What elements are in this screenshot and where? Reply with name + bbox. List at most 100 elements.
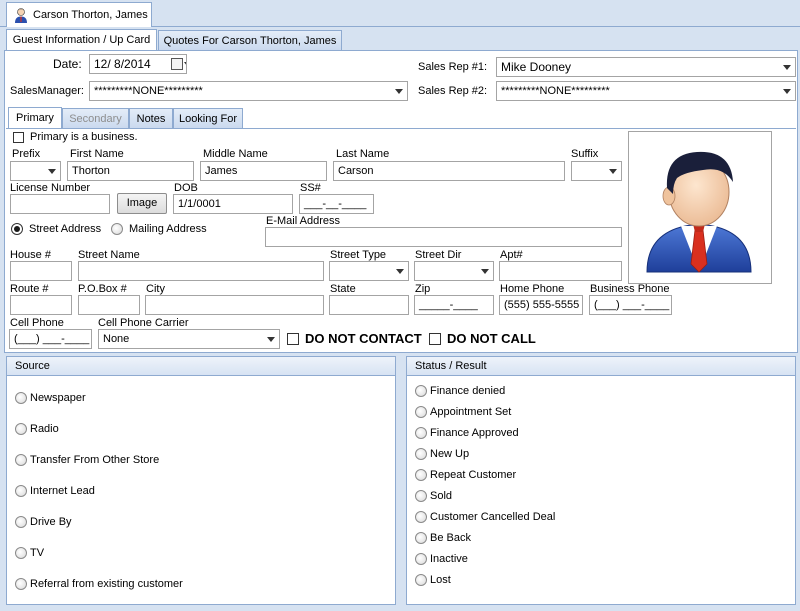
radio-icon[interactable] — [15, 485, 27, 497]
radio-icon[interactable] — [15, 454, 27, 466]
date-value: 12/ 8/2014 — [94, 57, 151, 71]
mailing-address-radio[interactable] — [111, 223, 123, 235]
house-field[interactable] — [10, 261, 72, 281]
tab-guest-information-label: Guest Information / Up Card — [12, 34, 151, 46]
tab-quotes[interactable]: Quotes For Carson Thorton, James — [158, 30, 342, 51]
prefix-dropdown[interactable] — [10, 161, 61, 181]
street-name-field[interactable] — [78, 261, 324, 281]
first-name-field[interactable]: Thorton — [67, 161, 194, 181]
tab-strip-line — [6, 128, 796, 129]
sales-rep1-value: Mike Dooney — [501, 60, 572, 74]
radio-icon[interactable] — [15, 547, 27, 559]
first-name-value: Thorton — [72, 165, 110, 177]
ssn-field[interactable]: ___-__-____ — [299, 194, 374, 214]
chevron-down-icon — [184, 62, 186, 66]
radio-icon[interactable] — [15, 423, 27, 435]
tab-primary[interactable]: Primary — [8, 107, 62, 129]
source-option-label: Referral from existing customer — [30, 578, 183, 590]
tab-looking-for[interactable]: Looking For — [173, 108, 243, 129]
cell-carrier-value: None — [103, 333, 130, 345]
prefix-label: Prefix — [12, 148, 41, 160]
radio-icon[interactable] — [415, 406, 427, 418]
chevron-down-icon — [783, 65, 791, 70]
zip-field[interactable]: _____-____ — [414, 295, 494, 315]
tab-quotes-label: Quotes For Carson Thorton, James — [163, 35, 337, 47]
tab-looking-for-label: Looking For — [178, 113, 238, 125]
route-field[interactable] — [10, 295, 72, 315]
home-phone-field[interactable]: (555) 555-5555 — [499, 295, 583, 315]
state-field[interactable] — [329, 295, 409, 315]
cell-phone-field[interactable]: (___) ___-____ — [9, 329, 92, 349]
chevron-down-icon — [396, 269, 404, 274]
tab-guest-information[interactable]: Guest Information / Up Card — [6, 29, 157, 51]
sales-manager-value: *********NONE********* — [94, 85, 203, 97]
sales-rep2-label: Sales Rep #2: — [418, 85, 488, 97]
cell-phone-value: (___) ___-____ — [14, 333, 90, 345]
status-option-label: Appointment Set — [430, 406, 512, 418]
sales-rep2-value: *********NONE********* — [501, 85, 610, 97]
sales-manager-label: SalesManager: — [10, 85, 84, 97]
chevron-down-icon — [481, 269, 489, 274]
email-field[interactable] — [265, 227, 622, 247]
suffix-label: Suffix — [571, 148, 599, 160]
date-picker[interactable]: 12/ 8/2014 — [89, 54, 187, 74]
sales-rep2-dropdown[interactable]: *********NONE********* — [496, 81, 796, 101]
radio-icon[interactable] — [415, 553, 427, 565]
radio-icon[interactable] — [15, 392, 27, 404]
first-name-label: First Name — [70, 148, 124, 160]
apt-field[interactable] — [499, 261, 622, 281]
status-option-label: Sold — [430, 490, 453, 502]
chevron-down-icon — [395, 89, 403, 94]
city-field[interactable] — [145, 295, 324, 315]
street-dir-dropdown[interactable] — [414, 261, 494, 281]
do-not-call-checkbox[interactable] — [429, 333, 441, 345]
do-not-contact-checkbox[interactable] — [287, 333, 299, 345]
sales-rep1-dropdown[interactable]: Mike Dooney — [496, 57, 796, 77]
pobox-field[interactable] — [78, 295, 140, 315]
primary-business-checkbox[interactable] — [13, 132, 24, 143]
radio-icon[interactable] — [415, 469, 427, 481]
radio-icon[interactable] — [415, 490, 427, 502]
dob-field[interactable]: 1/1/0001 — [173, 194, 293, 214]
status-option-label: Repeat Customer — [430, 469, 517, 481]
street-type-dropdown[interactable] — [329, 261, 409, 281]
source-option-label: Internet Lead — [30, 485, 95, 497]
source-header: Source — [6, 356, 396, 376]
person-avatar-icon — [646, 151, 752, 273]
date-label: Date: — [53, 57, 82, 71]
source-option-label: Transfer From Other Store — [30, 454, 160, 466]
image-button[interactable]: Image — [117, 193, 167, 214]
tab-notes[interactable]: Notes — [129, 108, 173, 129]
window-tab[interactable]: Carson Thorton, James — [6, 2, 152, 27]
status-header: Status / Result — [406, 356, 796, 376]
tab-secondary-label: Secondary — [69, 113, 122, 125]
status-option-label: Finance Approved — [430, 427, 519, 439]
image-button-label: Image — [126, 197, 158, 209]
last-name-field[interactable]: Carson — [333, 161, 565, 181]
middle-name-label: Middle Name — [203, 148, 268, 160]
radio-icon[interactable] — [415, 385, 427, 397]
tab-secondary[interactable]: Secondary — [62, 108, 129, 129]
cell-carrier-dropdown[interactable]: None — [98, 329, 280, 349]
radio-icon[interactable] — [415, 532, 427, 544]
radio-icon[interactable] — [15, 516, 27, 528]
license-field[interactable] — [10, 194, 110, 214]
sales-manager-dropdown[interactable]: *********NONE********* — [89, 81, 408, 101]
middle-name-field[interactable]: James — [200, 161, 327, 181]
business-phone-value: (___) ___-____ — [594, 299, 670, 311]
photo-frame[interactable] — [628, 131, 772, 284]
radio-icon[interactable] — [415, 511, 427, 523]
chevron-down-icon — [609, 169, 617, 174]
street-address-radio[interactable] — [11, 223, 23, 235]
tab-notes-label: Notes — [136, 113, 166, 125]
suffix-dropdown[interactable] — [571, 161, 622, 181]
status-title: Status / Result — [415, 360, 487, 372]
radio-icon[interactable] — [415, 448, 427, 460]
status-option-label: New Up — [430, 448, 470, 460]
radio-icon[interactable] — [15, 578, 27, 590]
radio-icon[interactable] — [415, 427, 427, 439]
business-phone-field[interactable]: (___) ___-____ — [589, 295, 672, 315]
sales-rep1-label: Sales Rep #1: — [418, 61, 488, 73]
radio-icon[interactable] — [415, 574, 427, 586]
zip-value: _____-____ — [419, 299, 478, 311]
